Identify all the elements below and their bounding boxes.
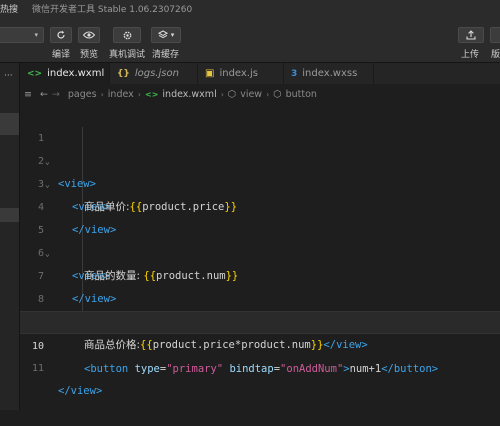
css3-icon: 3 [291,68,298,79]
title-bar: 热搜 微信开发者工具 Stable 1.06.2307260 [0,0,500,20]
code-editor[interactable]: 1 ⌄ <view> 2 ⌄ <view> 3 商品单价:{{product.p… [20,104,500,410]
json-braces-icon: {} [117,68,130,79]
upload-icon [466,30,476,40]
chevron-right-icon: › [266,89,270,99]
code-line[interactable]: 11 </view> [20,334,500,397]
breadcrumb-item[interactable]: view [240,89,262,100]
version-manager-button[interactable] [490,27,500,43]
editor-tabs: <> index.wxml {} logs.json ▣ index.js 3 … [20,63,500,85]
clear-cache-label: 清缓存 [152,50,180,60]
element-icon: ⬡ [227,88,237,100]
more-icon[interactable]: ··· [4,71,13,81]
real-device-debug-button[interactable] [113,27,141,43]
text-content: num+1 [349,363,382,375]
breadcrumb: ≡ ← → pages › index › <> index.wxml › ⬡ … [20,84,500,104]
attribute-value: "primary" [166,363,224,375]
back-arrow-icon[interactable]: ← [40,89,48,100]
element-icon: ⬡ [273,88,282,100]
tab-label: index.wxml [47,68,105,79]
code-line[interactable]: 5 ⌄ <view> [20,196,500,282]
toolbar: ▾ ▾ 编译 预览 真机调试 清缓存 上传 版 [0,20,500,63]
activity-bar: ··· [0,63,20,410]
eye-icon [83,31,95,39]
upload-label: 上传 [461,50,480,60]
tab-label: index.js [219,68,258,79]
clear-cache-button[interactable]: ▾ [151,27,181,43]
breadcrumb-item[interactable]: pages [68,89,97,100]
tag-name: button [90,363,129,375]
code-line[interactable]: 7 </view> [20,242,500,305]
attribute-name: bindtap [229,363,274,375]
tag-name: view [70,385,96,397]
window-title: 微信开发者工具 Stable 1.06.2307260 [32,5,193,15]
code-line[interactable]: 6 商品的数量: {{product.num}} [20,219,500,282]
breadcrumb-item[interactable]: button [286,89,317,100]
code-line[interactable]: 8 <view> [20,265,500,328]
activity-item[interactable] [0,208,19,222]
attribute-name: type [134,363,160,375]
activity-item[interactable] [0,113,19,135]
chevron-down-icon: ▾ [170,31,175,39]
compile-mode-dropdown[interactable]: ▾ [0,27,44,43]
attribute-value: "onAddNum" [280,363,344,375]
js-file-icon: ▣ [205,68,215,79]
tab-label: index.wxss [302,68,358,79]
real-device-debug-label: 真机调试 [109,50,146,60]
menu-icon[interactable]: ≡ [24,89,32,100]
chevron-right-icon: › [137,89,141,99]
compile-button[interactable] [50,27,72,43]
tab-index-wxss[interactable]: 3 index.wxss [284,63,374,84]
title-left: 热搜 [0,5,19,15]
code-line[interactable]: 3 商品单价:{{product.price}} [20,150,500,213]
wxml-file-icon: <> [27,68,43,79]
breadcrumb-item[interactable]: index [108,89,134,100]
code-line[interactable]: 1 ⌄ <view> [20,104,500,190]
upload-button[interactable] [458,27,484,43]
breadcrumb-item[interactable]: index.wxml [162,89,216,100]
gear-icon [123,31,131,39]
code-line[interactable]: 4 </view> [20,173,500,236]
wxml-file-icon: <> [145,89,159,99]
compile-label: 编译 [52,50,71,60]
tag-name: button [393,363,432,375]
tab-index-js[interactable]: ▣ index.js [198,63,284,84]
refresh-icon [57,30,65,39]
tab-logs-json[interactable]: {} logs.json [110,63,198,84]
forward-arrow-icon[interactable]: → [52,89,60,100]
preview-button[interactable] [78,27,100,43]
preview-label: 预览 [80,50,99,60]
code-line[interactable]: 2 ⌄ <view> [20,127,500,213]
version-label: 版 [491,50,500,60]
code-line-current[interactable]: 10 <button type="primary" bindtap="onAdd… [20,311,500,375]
chevron-right-icon: › [220,89,224,99]
line-number: 11 [31,363,44,374]
tab-label: logs.json [134,68,179,79]
layers-icon [157,30,168,39]
tab-index-wxml[interactable]: <> index.wxml [20,63,110,84]
chevron-right-icon: › [100,89,104,99]
chevron-down-icon: ▾ [34,31,38,39]
code-line[interactable]: 9 商品总价格:{{product.price*product.num}}</v… [20,288,500,351]
